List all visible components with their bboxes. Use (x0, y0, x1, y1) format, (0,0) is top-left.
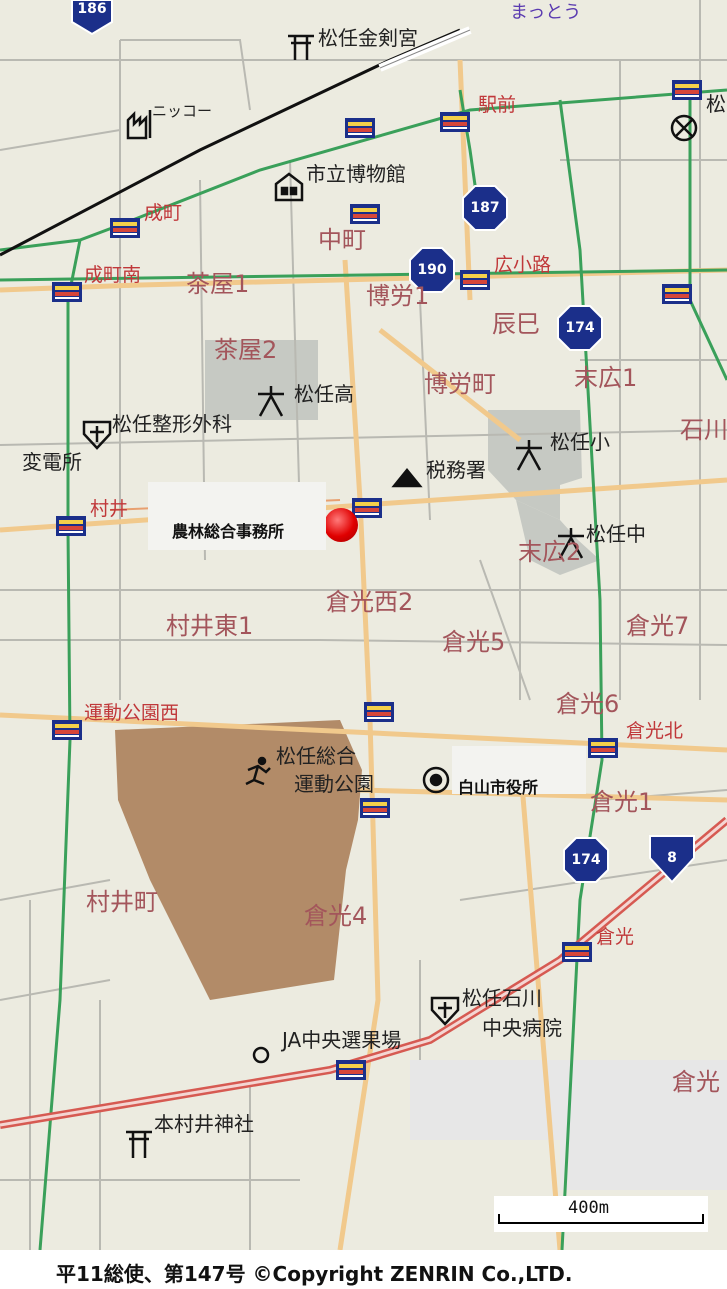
station-icon (345, 118, 375, 138)
place-label: 倉光5 (442, 628, 506, 656)
facility-label: 運動公園 (294, 772, 374, 796)
station-icon (588, 738, 618, 758)
route-number: 186 (77, 1, 107, 17)
route-number: 174 (571, 852, 601, 868)
station-label: 駅前 (478, 94, 517, 116)
place-label: 村井町 (86, 888, 158, 916)
facility-label: ニッコー (152, 102, 213, 120)
station-icon (662, 284, 692, 304)
blank-area-2 (560, 1130, 727, 1190)
callout-noribayashi[interactable]: 農林総合事務所 (148, 482, 326, 550)
station-icon (460, 270, 490, 290)
facility-label: 変電所 (22, 450, 82, 474)
place-label: 倉光1 (590, 788, 654, 816)
place-label: 村井東1 (166, 612, 254, 640)
copyright-bar: 平11総使、第147号 ©Copyright ZENRIN Co.,LTD. (0, 1250, 727, 1289)
station-icon (440, 112, 470, 132)
station-icon (110, 218, 140, 238)
facility-label: 松任整形外科 (112, 412, 232, 436)
place-label: 倉光6 (556, 690, 620, 718)
station-icon (56, 516, 86, 536)
facility-label: JA中央選果場 (282, 1028, 402, 1052)
facility-label: 本村井神社 (154, 1112, 254, 1136)
location-marker-icon[interactable] (324, 508, 358, 542)
place-label: 茶屋2 (214, 336, 278, 364)
facility-label: 市立博物館 (306, 162, 406, 186)
place-label: 倉光西2 (326, 588, 414, 616)
callout-cityhall[interactable]: 白山市役所 (452, 746, 586, 797)
scale-bar: 400m (494, 1196, 708, 1232)
station-icon (672, 80, 702, 100)
station-label: 村井 (90, 498, 129, 520)
route-number: 187 (470, 200, 500, 216)
place-label: 末広1 (574, 364, 638, 392)
map-canvas[interactable] (0, 0, 727, 1289)
place-label: 倉光4 (304, 902, 368, 930)
place-label: 倉光7 (626, 612, 690, 640)
facility-label: まっとう (510, 2, 582, 23)
place-label: 中町 (318, 226, 366, 254)
facility-label: 松任石川 (462, 986, 542, 1010)
place-label: 茶屋1 (186, 270, 250, 298)
station-icon (350, 204, 380, 224)
route-number: 174 (565, 320, 595, 336)
place-label: 倉光北 (626, 720, 684, 742)
facility-label: 松 (706, 92, 726, 116)
station-icon (562, 942, 592, 962)
station-icon (352, 498, 382, 518)
scale-bar-line (498, 1214, 704, 1224)
station-icon (52, 720, 82, 740)
station-icon (52, 282, 82, 302)
facility-label: 松任中 (586, 522, 646, 546)
facility-label: 松任小 (550, 430, 610, 454)
facility-label: 中央病院 (482, 1016, 562, 1040)
place-label: 倉光 (672, 1068, 720, 1096)
copyright-text: 平11総使、第147号 ©Copyright ZENRIN Co.,LTD. (56, 1262, 573, 1286)
place-label: 辰巳 (492, 310, 540, 338)
station-label: 成町南 (84, 264, 142, 286)
station-label: 倉光 (596, 926, 635, 948)
callout-cityhall-label: 白山市役所 (458, 778, 539, 797)
facility-label: 松任金剣宮 (318, 26, 418, 50)
callout-noribayashi-label: 農林総合事務所 (172, 522, 285, 541)
place-label: 博労1 (366, 282, 430, 310)
place-label: 博労町 (424, 370, 496, 398)
station-icon (336, 1060, 366, 1080)
station-label: 広小路 (494, 254, 552, 276)
place-label: 石川 (680, 416, 727, 444)
facility-label: 松任総合 (276, 744, 356, 768)
route-number: 8 (667, 850, 677, 866)
facility-label: 税務署 (426, 458, 486, 482)
facility-label: 松任高 (294, 382, 354, 406)
station-label: 成町 (144, 202, 183, 224)
station-label: 運動公園西 (84, 702, 180, 724)
place-label: 末広2 (518, 538, 582, 566)
station-icon (364, 702, 394, 722)
station-icon (360, 798, 390, 818)
